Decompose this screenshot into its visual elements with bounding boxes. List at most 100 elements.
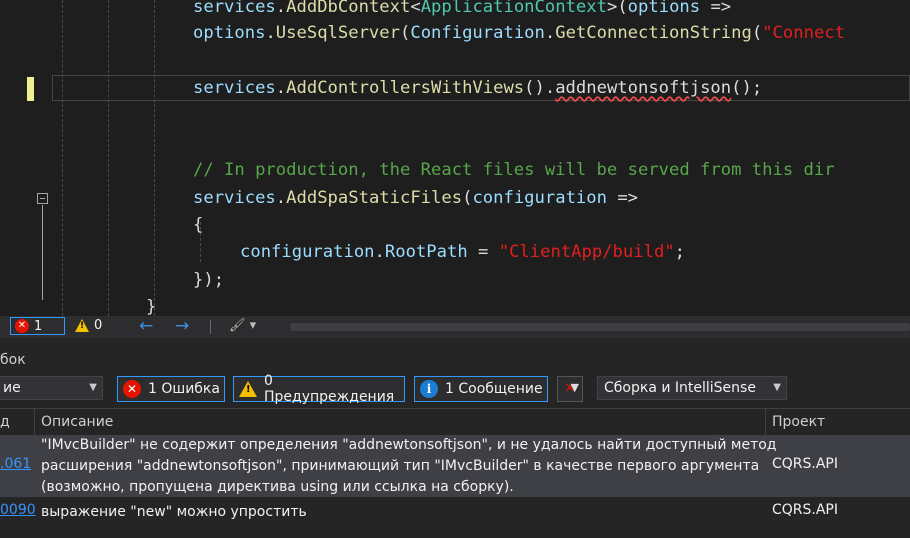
indent-guide xyxy=(108,0,109,316)
warning-icon: ! xyxy=(75,319,89,332)
code-token: => xyxy=(606,188,639,208)
table-header: д Описание Проект xyxy=(0,408,910,436)
error-icon: ✕ xyxy=(123,380,141,398)
column-divider[interactable] xyxy=(765,409,766,435)
horizontal-scrollbar[interactable] xyxy=(290,323,910,331)
code-token: addnewtonsoftjson xyxy=(555,78,732,98)
warning-icon: ! xyxy=(239,381,257,397)
separator xyxy=(210,320,211,334)
code-token: ApplicationContext xyxy=(420,0,607,17)
code-token: (); xyxy=(731,78,763,98)
next-issue-icon[interactable]: → xyxy=(175,316,189,336)
code-token: (). xyxy=(524,78,556,98)
code-token: "ClientApp/build" xyxy=(498,242,675,262)
error-count-button[interactable]: ✕ 1 xyxy=(10,317,65,335)
scope-combo[interactable]: ие ▼ xyxy=(0,376,103,400)
code-token: } xyxy=(146,297,157,316)
code-line[interactable]: services.AddDbContext<ApplicationContext… xyxy=(193,0,731,19)
warning-count-button[interactable]: ! 0 xyxy=(75,318,102,333)
code-token: . xyxy=(275,0,287,17)
code-token: }); xyxy=(193,270,225,290)
code-token: ; xyxy=(674,242,686,262)
description-line: "IMvcBuilder" не содержит определения "a… xyxy=(41,437,777,453)
code-token: "Connect xyxy=(762,23,845,43)
indent-guide xyxy=(154,0,155,316)
outline-line xyxy=(42,205,43,300)
column-header-project[interactable]: Проект xyxy=(772,409,825,435)
code-token: options xyxy=(627,0,701,17)
code-line[interactable]: configuration.RootPath = "ClientApp/buil… xyxy=(240,240,685,264)
code-token: options xyxy=(193,23,266,43)
code-line[interactable]: // In production, the React files will b… xyxy=(193,158,835,182)
error-count: 1 xyxy=(34,318,43,334)
code-token: configuration xyxy=(472,188,607,208)
project-name: CQRS.API xyxy=(772,456,839,472)
table-row[interactable]: 0090 выражение "new" можно упростить CQR… xyxy=(0,498,910,538)
code-line[interactable]: options.UseSqlServer(Configuration.GetCo… xyxy=(193,21,845,45)
warnings-filter-label: 0 Предупреждения xyxy=(264,373,395,405)
column-divider[interactable] xyxy=(34,409,35,435)
error-description: "IMvcBuilder" не содержит определения "a… xyxy=(41,435,776,498)
code-token: UseSqlServer xyxy=(275,23,400,43)
code-token: services xyxy=(193,78,276,98)
chevron-down-icon: ▼ xyxy=(89,382,97,393)
code-token: services xyxy=(193,0,276,17)
messages-filter-button[interactable]: i 1 Сообщение xyxy=(414,376,548,402)
code-token: GetConnectionString xyxy=(555,23,752,43)
code-line[interactable]: } xyxy=(146,295,156,316)
error-description: выражение "new" можно упростить xyxy=(41,502,307,523)
code-token: . xyxy=(265,23,276,43)
column-header-description[interactable]: Описание xyxy=(41,409,113,435)
code-token: . xyxy=(275,78,287,98)
editor-status-bar: ✕ 1 ! 0 ← → 🖌 ▾ xyxy=(0,316,910,338)
code-line[interactable]: services.AddControllersWithViews().addne… xyxy=(193,76,762,100)
code-token: AddControllersWithViews xyxy=(286,78,525,98)
code-cleanup-icon[interactable]: 🖌 ▾ xyxy=(229,318,256,333)
code-token: ( xyxy=(399,23,411,43)
code-token: >( xyxy=(606,0,628,17)
code-token: RootPath xyxy=(384,242,468,262)
code-token: . xyxy=(544,23,556,43)
code-token: services xyxy=(193,188,276,208)
code-token: // In production, the React files will b… xyxy=(193,160,835,180)
chevron-down-icon: ▼ xyxy=(773,382,781,393)
collapse-icon[interactable] xyxy=(37,193,48,204)
code-token: < xyxy=(410,0,421,17)
table-row[interactable]: .061 "IMvcBuilder" не содержит определен… xyxy=(0,435,910,497)
panel-title: бок xyxy=(0,352,26,368)
code-line[interactable]: services.AddSpaStaticFiles(configuration… xyxy=(193,186,638,210)
code-token: => xyxy=(700,0,732,17)
warning-count: 0 xyxy=(94,318,103,333)
description-line: выражение "new" можно упростить xyxy=(41,504,307,520)
description-line: расширения "addnewtonsoftjson", принимаю… xyxy=(41,458,760,474)
code-line[interactable]: { xyxy=(193,213,203,237)
messages-filter-label: 1 Сообщение xyxy=(445,381,543,397)
code-token: AddSpaStaticFiles xyxy=(286,188,463,208)
code-token: . xyxy=(374,242,385,262)
code-token: ( xyxy=(751,23,763,43)
errors-filter-label: 1 Ошибка xyxy=(148,381,220,397)
code-token: . xyxy=(275,188,287,208)
errors-filter-button[interactable]: ✕ 1 Ошибка xyxy=(117,376,225,402)
warnings-filter-button[interactable]: ! 0 Предупреждения xyxy=(233,373,405,405)
code-token: = xyxy=(467,242,499,262)
error-list-panel: бок ие ▼ ✕ 1 Ошибка ! 0 Предупреждения i… xyxy=(0,338,910,538)
description-line: (возможно, пропущена директива using или… xyxy=(41,479,514,495)
code-token: AddDbContext xyxy=(286,0,411,17)
scope-combo-value: ие xyxy=(3,380,21,396)
change-marker xyxy=(27,77,34,101)
build-intellisense-combo[interactable]: Сборка и IntelliSense ▼ xyxy=(597,376,787,400)
indent-guide xyxy=(62,0,63,316)
code-token: Configuration xyxy=(410,23,545,43)
error-code-link[interactable]: .061 xyxy=(0,456,31,472)
code-line[interactable]: }); xyxy=(193,268,224,292)
error-icon: ✕ xyxy=(15,319,29,333)
code-token: configuration xyxy=(240,242,375,262)
column-header-code[interactable]: д xyxy=(0,409,10,435)
code-token: ( xyxy=(462,188,473,208)
filter-icon[interactable]: ✕ ▼ xyxy=(557,376,583,402)
code-editor[interactable]: services.AddDbContext<ApplicationContext… xyxy=(0,0,910,316)
previous-issue-icon[interactable]: ← xyxy=(139,316,153,336)
code-token: { xyxy=(193,215,204,235)
build-combo-value: Сборка и IntelliSense xyxy=(604,380,756,396)
